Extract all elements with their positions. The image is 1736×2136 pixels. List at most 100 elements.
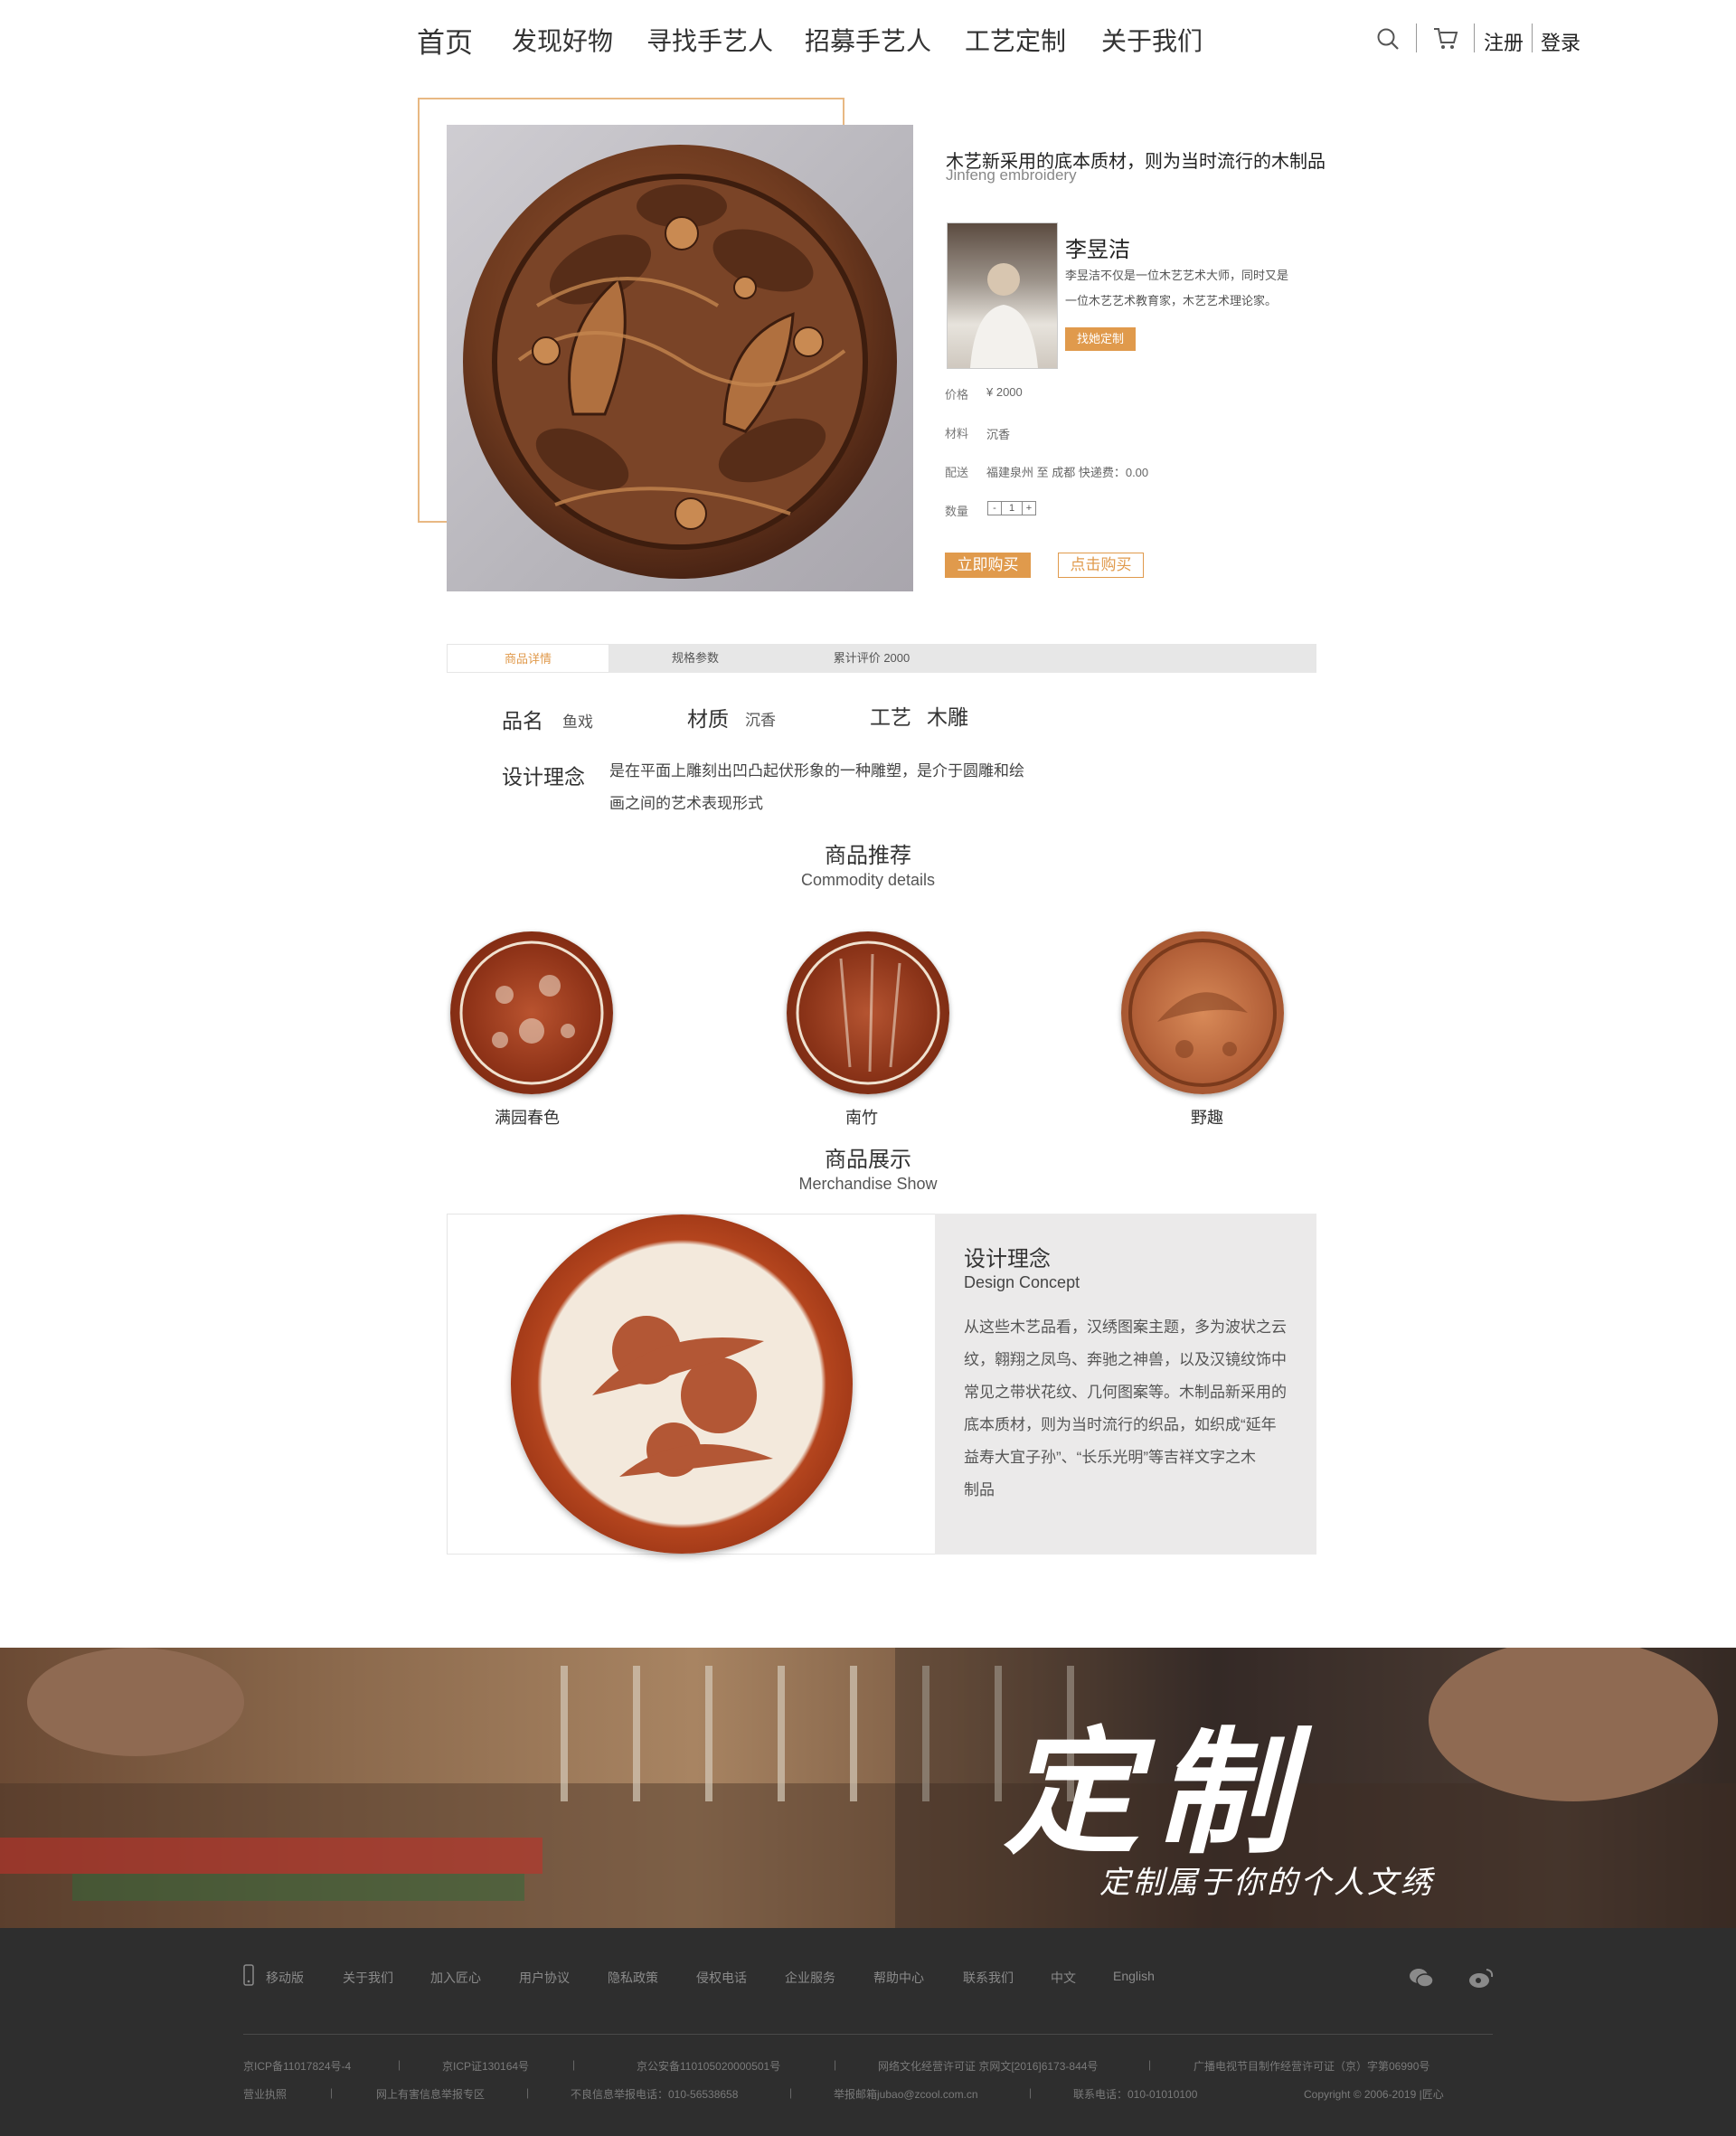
footer-separator: | (398, 2058, 401, 2071)
nav-about[interactable]: 关于我们 (1101, 22, 1203, 58)
footer-link-agreement[interactable]: 用户协议 (519, 1969, 570, 1987)
quantity-increase-button[interactable]: + (1022, 502, 1035, 515)
quantity-value[interactable]: 1 (1002, 502, 1022, 515)
footer-link-chinese[interactable]: 中文 (1051, 1969, 1076, 1987)
footer-icp-cert: 京ICP证130164号 (442, 2060, 530, 2073)
recommend-title: 商品推荐 (825, 844, 911, 868)
showcase-heading: 商品展示 Merchandise Show (0, 1141, 1736, 1194)
footer-police: 京公安备110105020000501号 (637, 2060, 781, 2073)
shipping-label: 配送 (945, 466, 969, 479)
artisan-name: 李昱洁 (1065, 238, 1130, 262)
mobile-phone-icon (243, 1964, 254, 1986)
design-concept-subtitle: Design Concept (964, 1273, 1080, 1291)
tab-specifications[interactable]: 规格参数 (609, 644, 781, 673)
cart-icon[interactable] (1433, 27, 1458, 51)
custom-banner[interactable]: 定制 定制属于你的个人文绣 (0, 1648, 1736, 1928)
quantity-label: 数量 (945, 505, 969, 518)
footer-link-enterprise[interactable]: 企业服务 (785, 1969, 835, 1987)
footer-broadcast-license: 广播电视节目制作经营许可证（京）字第06990号 (1194, 2060, 1430, 2073)
nav-divider (1416, 24, 1417, 52)
weibo-icon[interactable] (1468, 1967, 1494, 1989)
spec-concept-line1: 是在平面上雕刻出凹凸起伏形象的一种雕塑，是介于圆雕和绘 (609, 762, 1024, 780)
nav-home[interactable]: 首页 (417, 20, 473, 61)
footer-report-zone[interactable]: 网上有害信息举报专区 (376, 2086, 485, 2102)
footer-link-infringement[interactable]: 侵权电话 (696, 1969, 747, 1987)
spec-craft-value: 木雕 (927, 705, 968, 729)
design-concept-line: 从这些木艺品看，汉绣图案主题，多为波状之云 (964, 1318, 1287, 1336)
register-link[interactable]: 注册 (1484, 27, 1524, 56)
price-value: ¥ 2000 (986, 385, 1023, 399)
nav-divider (1532, 24, 1533, 52)
wechat-icon[interactable] (1409, 1967, 1434, 1989)
recommend-item-image[interactable] (1121, 931, 1284, 1094)
design-concept-line: 底本质材，则为当时流行的织品，如织成“延年 (964, 1416, 1277, 1433)
footer-link-english[interactable]: English (1113, 1969, 1155, 1983)
tab-product-details[interactable]: 商品详情 (447, 644, 609, 673)
recommend-item-label[interactable]: 满园春色 (437, 1105, 618, 1129)
footer-separator: | (526, 2086, 530, 2099)
nav-recruit-artisans[interactable]: 招募手艺人 (805, 22, 931, 58)
footer-link-about[interactable]: 关于我们 (343, 1969, 393, 1987)
footer-business-license[interactable]: 营业执照 (243, 2086, 287, 2102)
spec-name-value: 鱼戏 (562, 714, 593, 731)
nav-divider (1474, 24, 1475, 52)
showcase-image (511, 1214, 853, 1554)
footer-report-phone: 不良信息举报电话：010-56538658 (571, 2088, 739, 2101)
spec-name-key: 品名 (502, 709, 543, 732)
footer-separator: | (1029, 2086, 1033, 2099)
footer-link-privacy[interactable]: 隐私政策 (608, 1969, 658, 1987)
wood-carving-illustration (463, 145, 897, 579)
spec-material-key: 材质 (687, 707, 729, 731)
material-label: 材料 (945, 427, 969, 440)
recommend-item-label[interactable]: 南竹 (771, 1105, 952, 1129)
footer-separator: | (1148, 2058, 1152, 2071)
design-concept-text: 从这些木艺品看，汉绣图案主题，多为波状之云 纹，翱翔之凤鸟、奔驰之神兽，以及汉镜… (964, 1311, 1287, 1507)
design-concept-line: 常见之带状花纹、几何图案等。木制品新采用的 (964, 1384, 1287, 1401)
footer-link-help[interactable]: 帮助中心 (873, 1969, 924, 1987)
footer-separator: | (330, 2086, 334, 2099)
design-concept-line: 制品 (964, 1481, 995, 1498)
showcase-subtitle: Merchandise Show (798, 1175, 938, 1193)
detail-tabs: 商品详情 规格参数 累计评价 2000 (447, 644, 1316, 673)
footer-separator: | (789, 2086, 793, 2099)
tab-reviews[interactable]: 累计评价 2000 (781, 644, 962, 673)
recommend-item-image[interactable] (787, 931, 949, 1094)
click-buy-button[interactable]: 点击购买 (1058, 553, 1144, 578)
footer-link-join[interactable]: 加入匠心 (430, 1969, 481, 1987)
artisan-bio-line2: 一位木艺艺术教育家，木艺艺术理论家。 (1065, 294, 1278, 307)
footer-report-email[interactable]: 举报邮箱jubao@zcool.com.cn (834, 2086, 978, 2102)
recommend-item-label[interactable]: 野趣 (1117, 1105, 1297, 1129)
login-link[interactable]: 登录 (1541, 27, 1580, 56)
price-label: 价格 (945, 388, 969, 402)
search-icon[interactable] (1376, 27, 1400, 51)
artisan-bio-line1: 李昱洁不仅是一位木艺艺术大师，同时又是 (1065, 269, 1289, 282)
spec-concept-line2: 画之间的艺术表现形式 (609, 795, 763, 812)
footer-link-mobile[interactable]: 移动版 (266, 1969, 304, 1987)
footer-culture-license: 网络文化经营许可证 京网文[2016]6173-844号 (878, 2060, 1099, 2073)
footer-copyright: Copyright © 2006-2019 |匠心 (1304, 2088, 1444, 2101)
nav-find-artisans[interactable]: 寻找手艺人 (646, 22, 773, 58)
spec-craft-key: 工艺 (870, 705, 911, 729)
artisan-avatar (947, 222, 1058, 369)
quantity-decrease-button[interactable]: - (988, 502, 1002, 515)
showcase-title: 商品展示 (825, 1148, 911, 1172)
quantity-stepper: - 1 + (987, 501, 1036, 515)
shipping-value: 福建泉州 至 成都 快递费：0.00 (986, 466, 1149, 479)
banner-slogan: 定制属于你的个人文绣 (1099, 1865, 1434, 1901)
footer-contact-phone: 联系电话：010-01010100 (1073, 2088, 1198, 2101)
recommend-item-image[interactable] (450, 931, 613, 1094)
design-concept-title: 设计理念 (964, 1247, 1051, 1271)
contact-artisan-button[interactable]: 找她定制 (1065, 327, 1136, 351)
footer-link-contact[interactable]: 联系我们 (963, 1969, 1014, 1987)
footer-separator: | (572, 2058, 576, 2071)
nav-discover[interactable]: 发现好物 (512, 22, 613, 58)
design-concept-line: 纹，翱翔之凤鸟、奔驰之神兽，以及汉镜纹饰中 (964, 1351, 1287, 1368)
nav-custom-craft[interactable]: 工艺定制 (965, 22, 1066, 58)
recommend-subtitle: Commodity details (800, 871, 936, 889)
buy-now-button[interactable]: 立即购买 (945, 553, 1031, 578)
footer (0, 1928, 1736, 2136)
product-image (447, 125, 913, 591)
material-value: 沉香 (986, 428, 1011, 441)
design-concept-line: 益寿大宜子孙”、“长乐光明”等吉祥文字之木 (964, 1449, 1256, 1466)
product-subtitle: Jinfeng embroidery (946, 166, 1077, 184)
